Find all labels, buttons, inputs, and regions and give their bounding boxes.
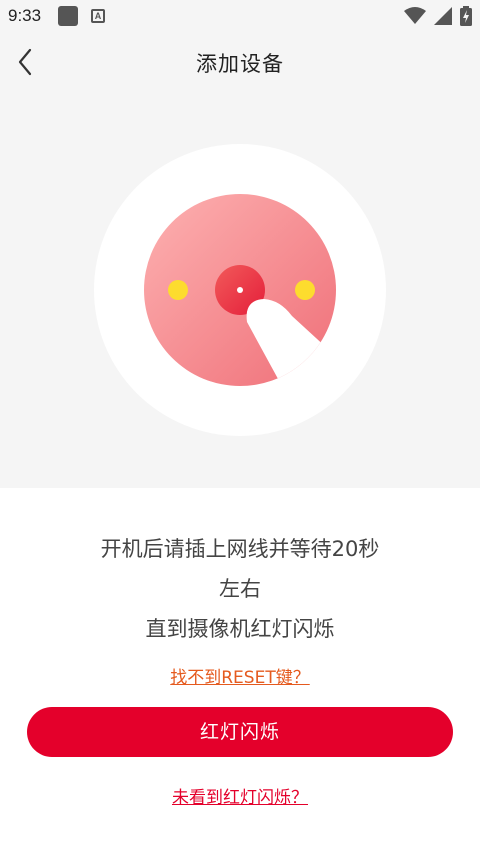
instruction-line-3: 直到摄像机红灯闪烁 (145, 617, 335, 641)
hero-illustration-area (0, 90, 480, 488)
notification-square-icon (58, 6, 78, 26)
status-time: 9:33 (8, 6, 42, 25)
content-area: 开机后请插上网线并等待20秒 左右 直到摄像机红灯闪烁 找不到RESET键？ 红… (0, 488, 480, 853)
header: 添加设备 (0, 34, 480, 90)
instruction-line-2: 左右 (219, 577, 261, 601)
reset-key-help-link[interactable]: 找不到RESET键？ (0, 663, 480, 688)
red-light-flashing-button[interactable]: 红灯闪烁 (27, 707, 453, 757)
status-icons (404, 6, 472, 26)
battery-charging-icon (460, 6, 472, 26)
reset-button-center (237, 287, 243, 293)
status-bar: 9:33 A (0, 0, 480, 34)
signal-icon (434, 7, 452, 25)
instruction-line-1: 开机后请插上网线并等待20秒 (100, 537, 380, 561)
no-red-light-help-link[interactable]: 未看到红灯闪烁？ (0, 783, 480, 808)
reset-illustration (94, 144, 386, 436)
indicator-light-right (295, 280, 315, 300)
wifi-icon (404, 7, 426, 24)
indicator-light-left (168, 280, 188, 300)
a-badge-icon: A (91, 9, 105, 23)
page-title: 添加设备 (196, 52, 284, 76)
